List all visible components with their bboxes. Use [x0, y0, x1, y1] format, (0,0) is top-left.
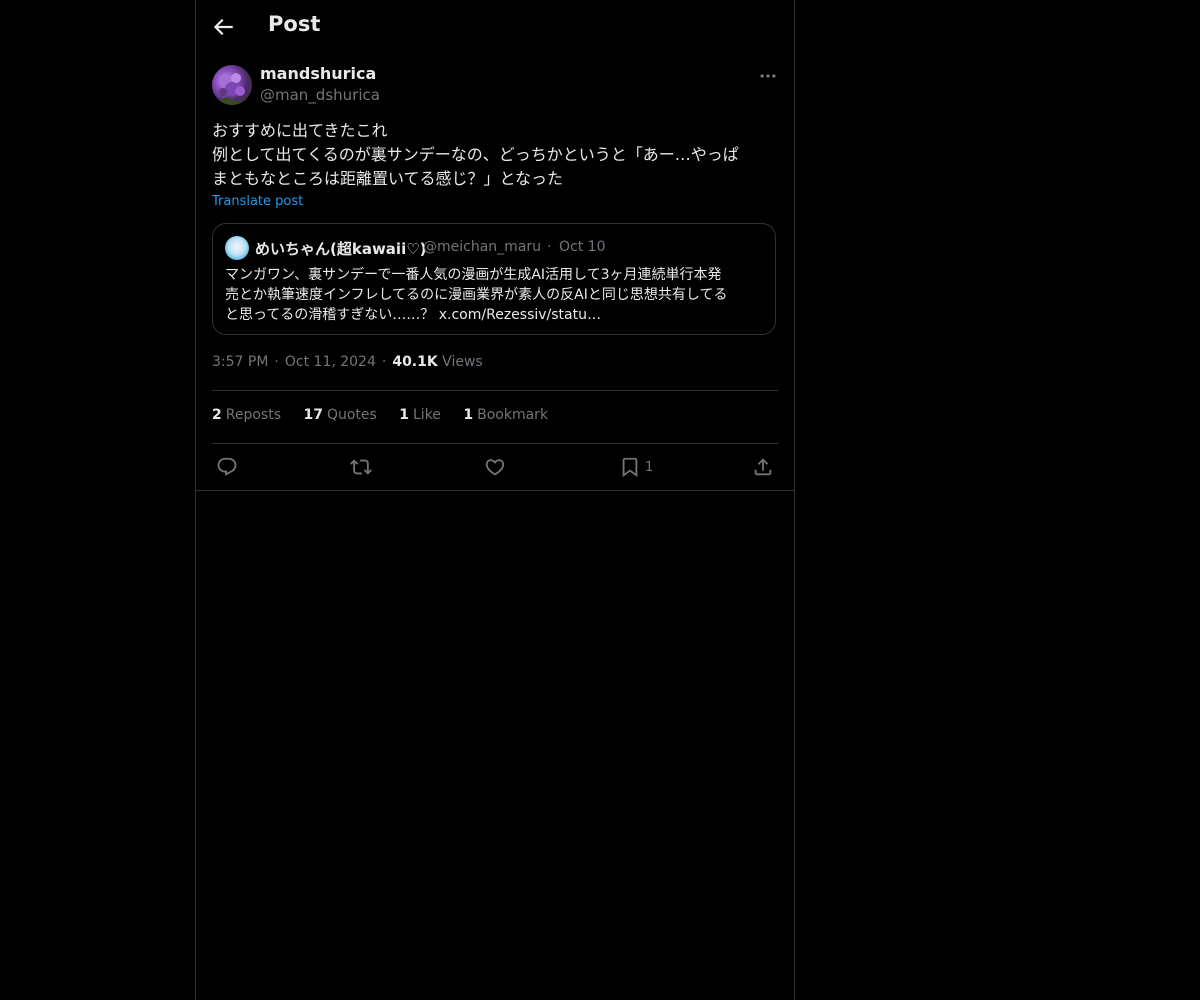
views-label: Views [442, 354, 483, 370]
bookmark-count: 1 [645, 459, 654, 475]
author-avatar[interactable] [212, 65, 252, 105]
divider [212, 443, 778, 444]
arrow-left-icon [213, 18, 233, 36]
quote-separator: · [547, 239, 552, 255]
quote-text: マンガワン、裏サンデーで一番人気の漫画が生成AI活用して3ヶ月連続単行本発 売と… [225, 267, 728, 323]
page-title: Post [268, 12, 321, 36]
translate-post-link[interactable]: Translate post [212, 194, 303, 209]
author-name[interactable]: mandshurica [260, 64, 376, 83]
quote-date: Oct 10 [559, 239, 606, 255]
bookmark-button[interactable]: 1 [619, 456, 653, 478]
heart-icon [485, 459, 505, 476]
share-button[interactable] [752, 456, 774, 478]
quotes-stat[interactable]: 17 Quotes [303, 407, 376, 423]
engagement-stats: 2 Reposts 17 Quotes 1 Like 1 Bookmark [212, 407, 566, 423]
likes-stat[interactable]: 1 Like [399, 407, 441, 423]
avatar-image [218, 73, 246, 105]
reply-button[interactable] [216, 456, 238, 478]
post-time[interactable]: 3:57 PM [212, 354, 268, 370]
reply-icon [217, 457, 237, 476]
repost-icon [350, 459, 372, 475]
post-bottom-border [196, 490, 794, 491]
more-options-button[interactable] [758, 66, 778, 86]
like-button[interactable] [484, 456, 506, 478]
quoted-post[interactable]: めいちゃん(超kawaii♡) @meichan_maru · Oct 10 マ… [212, 223, 776, 335]
post-column: Post mandshurica @man_dshurica おすすめに出てきた… [195, 0, 795, 1000]
more-icon [760, 74, 776, 78]
divider [212, 390, 778, 391]
back-button[interactable] [210, 14, 236, 40]
repost-button[interactable] [350, 456, 372, 478]
views-count: 40.1K [392, 354, 438, 370]
quote-author-handle: @meichan_maru [423, 239, 542, 255]
share-icon [754, 458, 772, 476]
post-meta: 3:57 PM · Oct 11, 2024 · 40.1K Views [212, 354, 483, 370]
quote-author-name: めいちゃん(超kawaii♡) [255, 240, 427, 258]
author-handle[interactable]: @man_dshurica [260, 86, 380, 104]
post-text: おすすめに出てきたこれ 例として出てくるのが裏サンデーなの、どっちかというと「あ… [212, 121, 739, 188]
post-header: Post [196, 0, 794, 53]
quote-author-avatar [225, 236, 249, 260]
post-date[interactable]: Oct 11, 2024 [285, 354, 376, 370]
bookmark-icon [622, 457, 638, 478]
bookmarks-stat[interactable]: 1 Bookmark [463, 407, 548, 423]
reposts-stat[interactable]: 2 Reposts [212, 407, 281, 423]
